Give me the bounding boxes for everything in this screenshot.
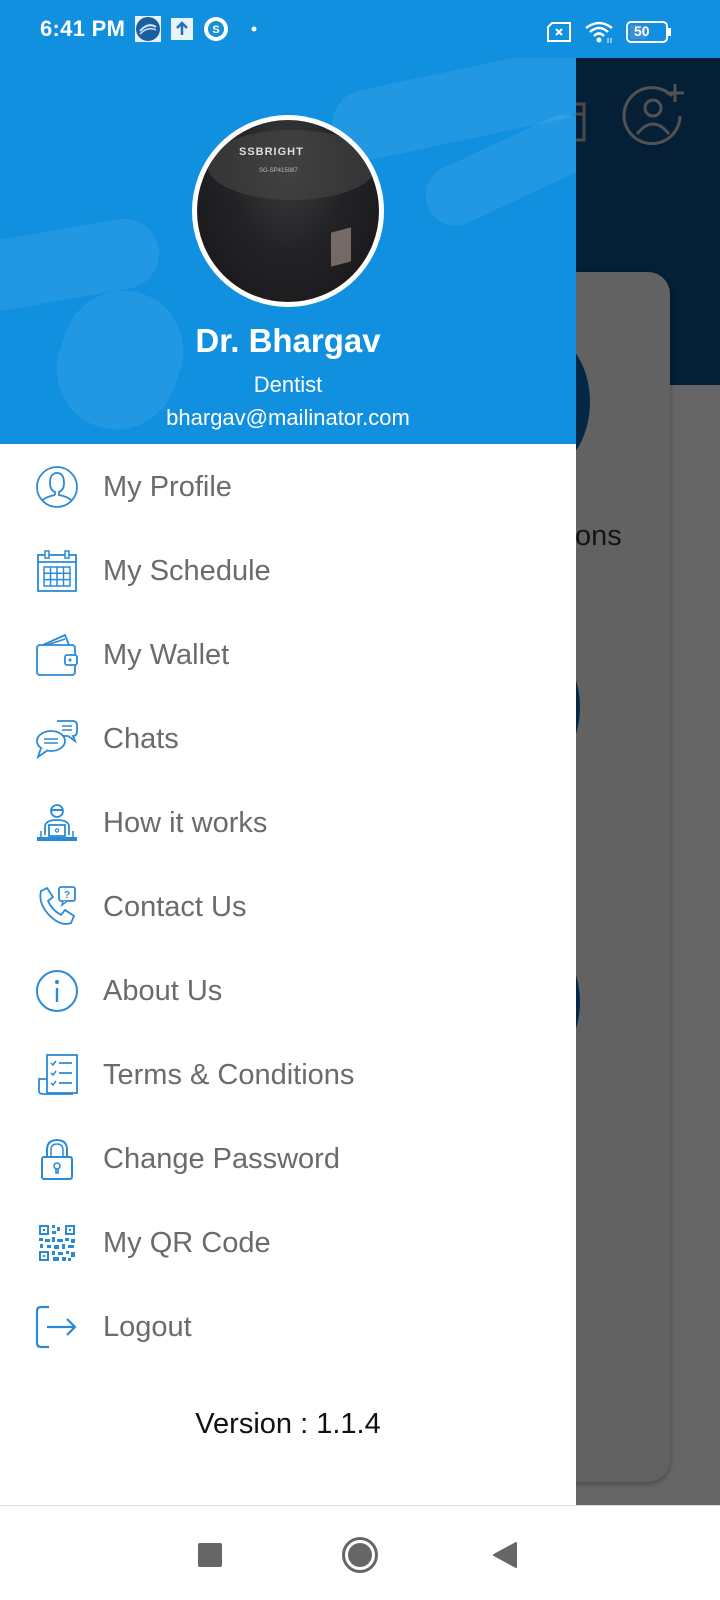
- dot-icon: [251, 26, 257, 32]
- menu-item-label: Logout: [103, 1310, 192, 1343]
- back-button[interactable]: [492, 1541, 518, 1574]
- menu-item-label: How it works: [103, 806, 268, 839]
- avatar-image-subtext: SG-SP415087: [259, 168, 298, 174]
- user-email: bhargav@mailinator.com: [166, 405, 410, 430]
- battery-icon: 50: [626, 21, 672, 43]
- menu-item-label: About Us: [103, 974, 223, 1007]
- calendar-icon: [34, 548, 80, 594]
- wallet-icon: [34, 632, 80, 678]
- chat-bubbles-icon: [34, 716, 80, 762]
- circle-icon: [342, 1537, 378, 1573]
- status-bar: 6:41 PM S 50: [0, 0, 720, 58]
- menu-item-my-schedule[interactable]: My Schedule: [0, 529, 576, 613]
- skype-icon: S: [203, 16, 229, 42]
- drawer-menu: My Profile My Schedule My Wallet Chats H…: [0, 445, 576, 1369]
- app-version: Version : 1.1.4: [195, 1408, 381, 1440]
- lock-icon: [34, 1136, 80, 1182]
- triangle-back-icon: [493, 1542, 517, 1568]
- menu-item-how-it-works[interactable]: How it works: [0, 781, 576, 865]
- sim-off-icon: [546, 22, 572, 42]
- navigation-drawer: SSBRIGHT SG-SP415087 Dr. Bhargav Dentist…: [0, 0, 576, 1505]
- user-role: Dentist: [253, 372, 323, 397]
- menu-item-label: Chats: [103, 722, 179, 755]
- checklist-icon: [34, 1052, 80, 1098]
- svg-text:S: S: [213, 24, 220, 36]
- menu-item-label: Terms & Conditions: [103, 1058, 355, 1091]
- person-laptop-icon: [34, 800, 80, 846]
- svg-text:?: ?: [64, 890, 70, 901]
- menu-item-my-qr-code[interactable]: My QR Code: [0, 1201, 576, 1285]
- menu-item-label: Change Password: [103, 1142, 340, 1175]
- menu-item-contact-us[interactable]: ? Contact Us: [0, 865, 576, 949]
- recents-button[interactable]: [197, 1542, 223, 1573]
- square-icon: [198, 1543, 222, 1567]
- avatar-image-text: SSBRIGHT: [239, 146, 304, 158]
- upload-icon: [171, 18, 194, 40]
- menu-item-label: My Profile: [103, 470, 232, 503]
- menu-item-label: My Schedule: [103, 554, 271, 587]
- status-time: 6:41 PM: [40, 16, 126, 41]
- avatar[interactable]: SSBRIGHT SG-SP415087: [192, 115, 384, 307]
- menu-item-label: Contact Us: [103, 890, 247, 923]
- menu-item-change-password[interactable]: Change Password: [0, 1117, 576, 1201]
- system-navigation-bar: [0, 1505, 720, 1600]
- menu-item-my-profile[interactable]: My Profile: [0, 445, 576, 529]
- user-profile-icon: [34, 464, 80, 510]
- menu-item-terms-conditions[interactable]: Terms & Conditions: [0, 1033, 576, 1117]
- drawer-header: SSBRIGHT SG-SP415087 Dr. Bhargav Dentist…: [0, 0, 576, 444]
- menu-item-logout[interactable]: Logout: [0, 1285, 576, 1369]
- qr-code-icon: [34, 1220, 80, 1266]
- menu-item-my-wallet[interactable]: My Wallet: [0, 613, 576, 697]
- user-name: Dr. Bhargav: [195, 322, 381, 359]
- info-icon: [34, 968, 80, 1014]
- menu-item-label: My Wallet: [103, 638, 230, 671]
- phone-question-icon: ?: [34, 884, 80, 930]
- menu-item-chats[interactable]: Chats: [0, 697, 576, 781]
- menu-item-label: My QR Code: [103, 1226, 271, 1259]
- menu-item-about-us[interactable]: About Us: [0, 949, 576, 1033]
- wifi-icon: [584, 20, 614, 44]
- battery-level: 50: [634, 23, 650, 39]
- app-notification-icon: [135, 16, 162, 42]
- home-button[interactable]: [341, 1536, 379, 1579]
- logout-icon: [34, 1304, 80, 1350]
